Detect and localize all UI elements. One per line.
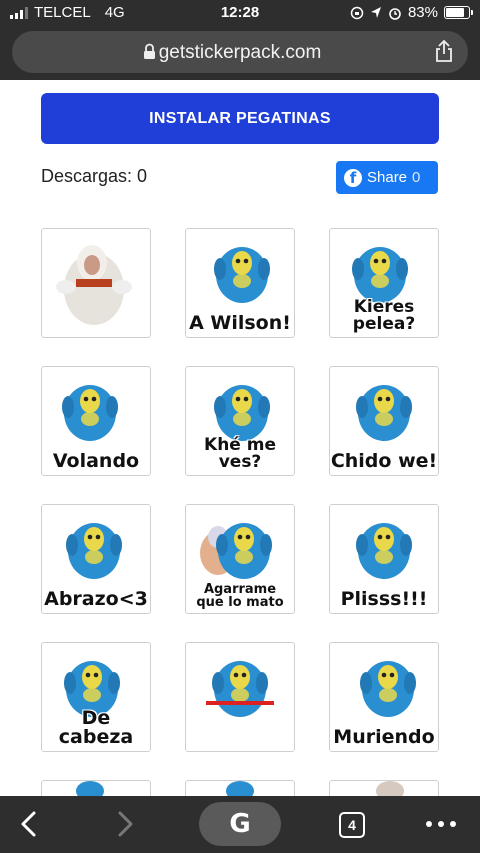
sticker-caption: A Wilson!: [189, 312, 291, 334]
sticker-tile[interactable]: [329, 780, 439, 796]
url-text: getstickerpack.com: [158, 42, 322, 63]
sticker-caption: Muriendo: [333, 726, 435, 748]
sticker-caption: Agarrame que lo mato: [196, 582, 284, 610]
sticker-image: [76, 781, 104, 796]
sticker-tile[interactable]: Plisss!!!: [329, 504, 439, 614]
install-stickers-button[interactable]: INSTALAR PEGATINAS: [41, 93, 439, 144]
sticker-tile[interactable]: [185, 642, 295, 752]
tabs-button[interactable]: 4: [339, 812, 365, 838]
sticker-caption: Abrazo<3: [44, 588, 148, 610]
back-icon[interactable]: [18, 810, 40, 838]
facebook-share-button[interactable]: f Share 0: [336, 161, 438, 194]
sticker-tile[interactable]: De cabeza: [41, 642, 151, 752]
sticker-image: [56, 245, 132, 325]
sticker-tile[interactable]: A Wilson!: [185, 228, 295, 338]
sticker-caption: De cabeza: [58, 707, 134, 748]
location-icon: [370, 7, 381, 18]
rotation-lock-icon: [350, 6, 364, 19]
sticker-caption: Plisss!!!: [340, 588, 428, 610]
sticker-tile[interactable]: Abrazo<3: [41, 504, 151, 614]
sticker-image: [376, 781, 404, 796]
downloads-count: Descargas: 0: [41, 166, 148, 186]
sticker-caption: Volando: [52, 450, 140, 472]
forward-icon[interactable]: [114, 810, 136, 838]
facebook-icon: f: [344, 168, 362, 187]
share-icon[interactable]: [434, 39, 454, 63]
address-bar[interactable]: getstickerpack.com: [12, 31, 468, 73]
sticker-tile[interactable]: Agarrame que lo mato: [185, 504, 295, 614]
status-bar: TELCEL 4G 12:28 83%: [0, 0, 480, 26]
browser-header: getstickerpack.com: [0, 26, 480, 80]
sticker-tile[interactable]: Volando: [41, 366, 151, 476]
sticker-caption: Chido we!: [330, 450, 438, 472]
alarm-icon: [389, 7, 401, 20]
sticker-tile[interactable]: Kieres pelea?: [329, 228, 439, 338]
more-menu-icon[interactable]: [426, 821, 456, 827]
status-right: 83%: [350, 4, 473, 21]
sticker-tile[interactable]: Chido we!: [329, 366, 439, 476]
sticker-caption: Khé me ves?: [204, 435, 276, 472]
sticker-image: [206, 661, 274, 717]
sticker-tile[interactable]: Muriendo: [329, 642, 439, 752]
sticker-image: [226, 781, 254, 796]
share-label: Share: [367, 169, 408, 186]
page-content: INSTALAR PEGATINAS Descargas: 0 f Share …: [0, 80, 480, 796]
sticker-tile[interactable]: [41, 228, 151, 338]
sticker-tile[interactable]: [41, 780, 151, 796]
battery-icon: [444, 6, 473, 19]
sticker-caption: Kieres pelea?: [352, 297, 416, 334]
sticker-tile[interactable]: [185, 780, 295, 796]
sticker-tile[interactable]: Khé me ves?: [185, 366, 295, 476]
browser-toolbar: G 4: [0, 796, 480, 853]
battery-percent: 83%: [407, 4, 438, 21]
battery-level: [446, 8, 465, 17]
share-count: 0: [412, 169, 421, 186]
google-home-button[interactable]: G: [199, 802, 281, 846]
